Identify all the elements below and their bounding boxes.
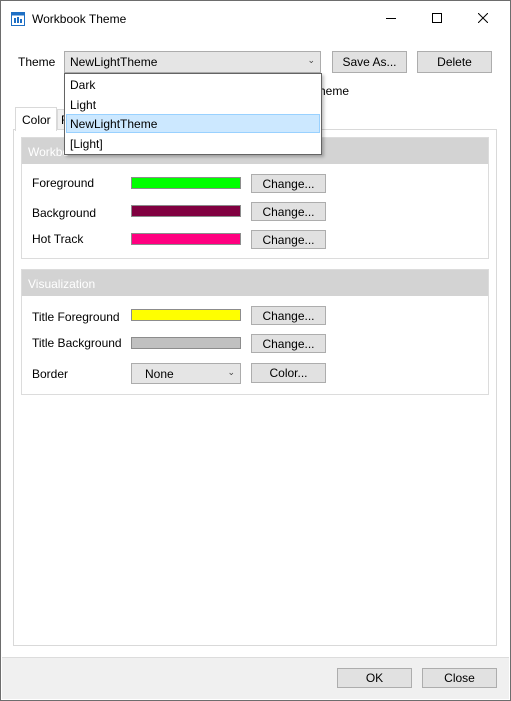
hot-track-label: Hot Track <box>32 232 84 246</box>
tab-color[interactable]: Color <box>15 107 57 131</box>
close-button[interactable]: Close <box>422 668 497 688</box>
chevron-down-icon: ⌄ <box>227 367 235 377</box>
save-as-label: Save As... <box>342 55 397 69</box>
theme-option-newlighttheme[interactable]: NewLightTheme <box>66 114 320 133</box>
theme-option-dark[interactable]: Dark <box>66 75 320 94</box>
title-foreground-label: Title Foreground <box>32 310 120 324</box>
background-change-label: Change... <box>262 204 315 219</box>
background-label: Background <box>32 206 97 220</box>
window-title: Workbook Theme <box>32 12 127 26</box>
theme-option-label: [Light] <box>70 137 103 151</box>
title-foreground-change-label: Change... <box>262 308 315 323</box>
theme-label: Theme <box>18 55 56 69</box>
title-background-swatch <box>131 337 241 349</box>
border-color-label: Color... <box>269 366 308 380</box>
maximize-icon <box>432 13 442 23</box>
visualization-group-title: Visualization <box>28 277 96 291</box>
theme-dropdown-list[interactable]: Dark Light NewLightTheme [Light] <box>64 73 322 155</box>
minimize-icon <box>386 18 396 19</box>
ok-button[interactable]: OK <box>337 668 412 688</box>
background-swatch <box>131 205 241 217</box>
visualization-group-header: Visualization <box>22 270 488 296</box>
theme-combo[interactable]: NewLightTheme ⌄ <box>64 51 321 73</box>
theme-option-label: Light <box>70 98 97 112</box>
foreground-change-label: Change... <box>262 176 315 191</box>
theme-combo-value: NewLightTheme <box>70 55 158 69</box>
workbook-theme-window: Workbook Theme Theme NewLightTheme ⌄ Sav… <box>0 0 511 701</box>
save-as-button[interactable]: Save As... <box>332 51 407 73</box>
background-change-button[interactable]: Change... <box>251 202 326 221</box>
title-background-change-label: Change... <box>262 336 315 351</box>
minimize-button[interactable] <box>368 1 414 35</box>
theme-option-light[interactable]: Light <box>66 95 320 114</box>
border-combo[interactable]: None ⌄ <box>131 363 241 384</box>
foreground-change-button[interactable]: Change... <box>251 174 326 193</box>
theme-option-light-bracketed[interactable]: [Light] <box>66 134 320 153</box>
chevron-down-icon: ⌄ <box>307 55 315 65</box>
foreground-swatch <box>131 177 241 189</box>
tab-color-label: Color <box>22 113 51 127</box>
theme-option-label: NewLightTheme <box>70 117 158 131</box>
hot-track-change-button[interactable]: Change... <box>251 230 326 249</box>
close-window-button[interactable] <box>460 1 506 35</box>
delete-button[interactable]: Delete <box>417 51 492 73</box>
title-background-change-button[interactable]: Change... <box>251 334 326 353</box>
workbook-group-title: Workbo <box>28 145 70 159</box>
title-bar[interactable]: Workbook Theme <box>1 1 510 35</box>
close-label: Close <box>444 671 475 685</box>
hot-track-swatch <box>131 233 241 245</box>
foreground-label: Foreground <box>32 176 95 190</box>
delete-label: Delete <box>437 55 472 69</box>
close-icon <box>478 13 488 23</box>
obscured-text: heme <box>319 84 350 98</box>
hot-track-change-label: Change... <box>262 232 315 247</box>
border-combo-value: None <box>145 367 174 381</box>
ok-label: OK <box>365 671 384 685</box>
border-color-button[interactable]: Color... <box>251 363 326 383</box>
title-foreground-swatch <box>131 309 241 321</box>
theme-option-label: Dark <box>70 78 96 92</box>
workbook-theme-icon <box>11 12 25 26</box>
border-label: Border <box>32 367 69 381</box>
title-foreground-change-button[interactable]: Change... <box>251 306 326 325</box>
title-background-label: Title Background <box>32 336 122 350</box>
maximize-button[interactable] <box>414 1 460 35</box>
